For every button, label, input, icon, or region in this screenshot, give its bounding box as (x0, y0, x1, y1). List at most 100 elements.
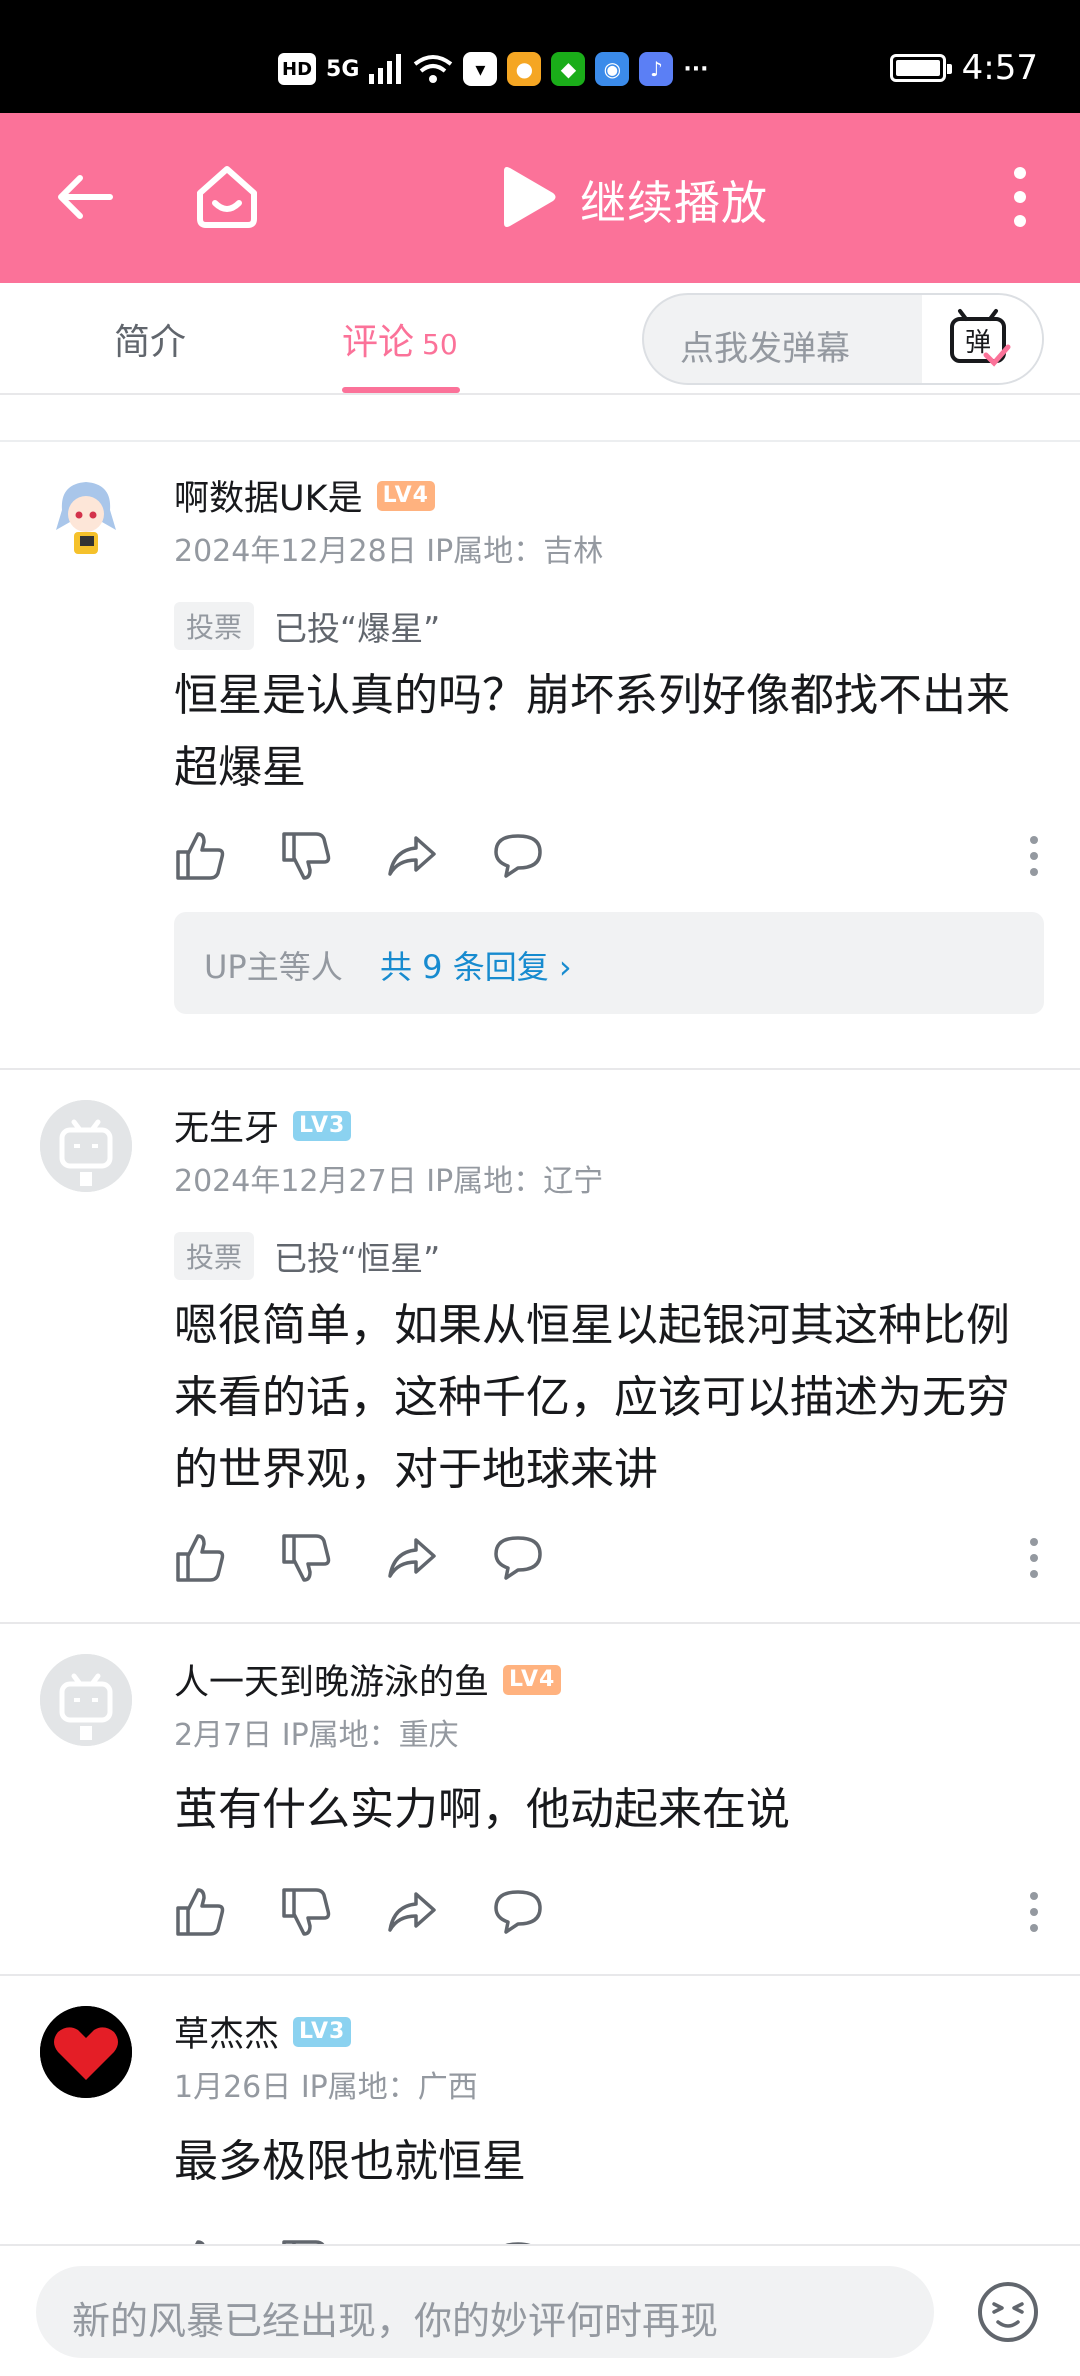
comment-text: 茧有什么实力啊，他动起来在说 (174, 1784, 790, 1835)
video-header: 继续播放 (0, 113, 1080, 283)
username-row: 人一天到晚游泳的鱼 LV4 (174, 1654, 562, 1705)
level-badge: LV4 (376, 480, 435, 511)
comment-date: 2月7日 (174, 1718, 273, 1753)
comment-more-icon[interactable] (1024, 1890, 1044, 1934)
level-badge: LV3 (293, 2016, 352, 2047)
replies-who: UP主等人 (204, 948, 343, 986)
tab-comments-count: 50 (422, 328, 458, 361)
comment-date: 2024年12月28日 (174, 534, 417, 569)
comment-input[interactable]: 新的风暴已经出现，你的妙评何时再现 (36, 2266, 934, 2358)
danmaku-toggle-button[interactable]: 弹 (922, 295, 1042, 383)
level-badge: LV4 (503, 1664, 562, 1695)
reply-icon[interactable] (492, 1532, 544, 1584)
comment-date: 1月26日 (174, 2070, 292, 2105)
clock: 4:57 (961, 48, 1038, 88)
back-arrow-icon[interactable] (52, 165, 116, 229)
heart-avatar-icon (40, 2006, 132, 2098)
vote-text: 已投“爆星” (274, 609, 441, 648)
tab-comments-label: 评论 (342, 322, 415, 363)
comment-ip: IP属地：重庆 (281, 1718, 459, 1753)
dislike-icon[interactable] (280, 1532, 332, 1584)
share-icon[interactable] (386, 1886, 438, 1938)
replies-preview[interactable]: UP主等人 共 9 条回复 › (174, 912, 1044, 1014)
tab-comments[interactable]: 评论 50 (342, 313, 458, 365)
share-icon[interactable] (386, 830, 438, 882)
continue-play-title[interactable]: 继续播放 (580, 167, 768, 233)
avatar[interactable] (40, 1100, 132, 1192)
app-green-icon: ◆ (551, 52, 586, 86)
home-icon[interactable] (192, 161, 262, 231)
default-avatar-icon (40, 1654, 132, 1746)
tab-intro[interactable]: 简介 (114, 313, 186, 365)
comment-input-bar: 新的风暴已经出现，你的妙评何时再现 (0, 2244, 1080, 2376)
danmaku-input[interactable]: 点我发弹幕 弹 (642, 293, 1044, 385)
default-avatar-icon (40, 1100, 132, 1192)
comment-meta: 2024年12月27日 IP属地：辽宁 (174, 1156, 603, 1200)
more-notifications: ··· (683, 56, 709, 82)
level-badge: LV3 (293, 1110, 352, 1141)
comment-item: 草杰杰 LV3 1月26日 IP属地：广西 最多极限也就恒星 (0, 1976, 1080, 2244)
status-right: 4:57 (889, 48, 1038, 88)
comment-meta: 2024年12月28日 IP属地：吉林 (174, 526, 603, 570)
music-icon: ♪ (639, 52, 674, 86)
comment-item: 人一天到晚游泳的鱼 LV4 2月7日 IP属地：重庆 茧有什么实力啊，他动起来在… (0, 1624, 1080, 1974)
comment-text: 恒星是认真的吗？崩坏系列好像都找不出来超爆星 (174, 670, 1010, 793)
more-vertical-icon[interactable] (1000, 165, 1040, 229)
reply-icon[interactable] (492, 830, 544, 882)
wifi-icon (414, 55, 453, 83)
comment-meta: 2月7日 IP属地：重庆 (174, 1710, 459, 1754)
dislike-icon[interactable] (280, 1886, 332, 1938)
signal-icon (369, 54, 402, 84)
share-icon[interactable] (386, 1532, 438, 1584)
comment-more-icon[interactable] (1024, 1536, 1044, 1580)
comment-ip: IP属地：辽宁 (426, 1164, 604, 1199)
dislike-icon[interactable] (280, 830, 332, 882)
reply-icon[interactable] (492, 1886, 544, 1938)
comment-text: 嗯很简单，如果从恒星以起银河其这种比例来看的话，这种千亿，应该可以描述为无穷的世… (174, 1300, 1010, 1495)
avatar[interactable] (40, 470, 132, 562)
username[interactable]: 人一天到晚游泳的鱼 (174, 1654, 489, 1705)
comment-actions (174, 1886, 1044, 1942)
avatar[interactable] (40, 2006, 132, 2098)
browser-icon: ◉ (595, 52, 630, 86)
danmaku-placeholder: 点我发弹幕 (680, 329, 850, 369)
network-type: 5G (326, 56, 360, 82)
active-tab-indicator (342, 387, 460, 393)
battery-icon (889, 54, 952, 82)
username[interactable]: 啊数据UK是 (174, 470, 363, 521)
username-row: 无生牙 LV3 (174, 1100, 352, 1151)
vote-text: 已投“恒星” (274, 1239, 441, 1278)
like-icon[interactable] (174, 1532, 226, 1584)
danmaku-toggle-icon: 弹 (950, 309, 1011, 367)
comment-actions (174, 1532, 1044, 1588)
vote-info: 投票 已投“爆星” (174, 602, 440, 650)
tab-bar: 简介 评论 50 点我发弹幕 弹 (0, 283, 1080, 395)
username[interactable]: 草杰杰 (174, 2006, 279, 2057)
weibo-icon: ● (507, 52, 542, 86)
comment-item: 啊数据UK是 LV4 2024年12月28日 IP属地：吉林 投票 已投“爆星”… (0, 440, 1080, 1068)
vote-tag: 投票 (174, 1232, 255, 1280)
username-row: 啊数据UK是 LV4 (174, 470, 435, 521)
comment-meta: 1月26日 IP属地：广西 (174, 2062, 478, 2106)
anime-avatar-icon (56, 482, 116, 554)
comment-input-placeholder: 新的风暴已经出现，你的妙评何时再现 (72, 2299, 719, 2343)
status-bar: HD 5G ▾ ● ◆ ◉ ♪ ··· 4:57 (0, 0, 1080, 113)
hd-icon: HD (278, 53, 317, 85)
replies-count-link[interactable]: 共 9 条回复 › (380, 942, 572, 988)
comment-item: 无生牙 LV3 2024年12月27日 IP属地：辽宁 投票 已投“恒星” 嗯很… (0, 1070, 1080, 1622)
username[interactable]: 无生牙 (174, 1100, 279, 1151)
avatar[interactable] (40, 1654, 132, 1746)
play-icon[interactable] (498, 165, 558, 229)
comment-text: 最多极限也就恒星 (174, 2136, 526, 2187)
like-icon[interactable] (174, 830, 226, 882)
comment-ip: IP属地：吉林 (426, 534, 604, 569)
vote-tag: 投票 (174, 602, 255, 650)
comment-ip: IP属地：广西 (300, 2070, 478, 2105)
comment-more-icon[interactable] (1024, 834, 1044, 878)
notification-app-icon: ▾ (463, 52, 498, 86)
emoji-icon[interactable] (976, 2280, 1040, 2344)
comment-date: 2024年12月27日 (174, 1164, 417, 1199)
vote-info: 投票 已投“恒星” (174, 1232, 440, 1280)
status-icons: HD 5G ▾ ● ◆ ◉ ♪ ··· (278, 52, 708, 86)
like-icon[interactable] (174, 1886, 226, 1938)
